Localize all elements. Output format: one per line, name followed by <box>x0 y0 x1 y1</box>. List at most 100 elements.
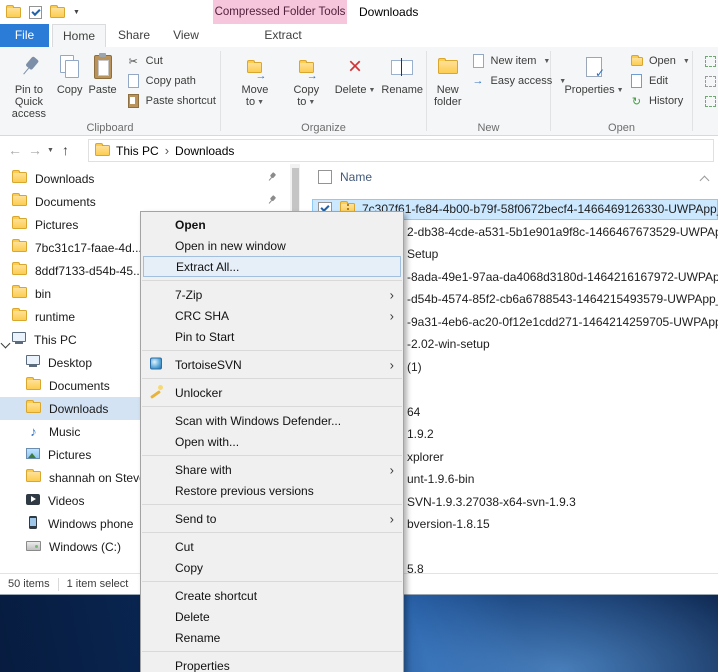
title-bar: ▼ Compressed Folder Tools Downloads <box>0 0 718 24</box>
menu-item-copy[interactable]: Copy <box>141 557 403 578</box>
breadcrumb-this-pc[interactable]: This PC <box>116 144 159 158</box>
explorer-window: ▼ Compressed Folder Tools Downloads File… <box>0 0 718 672</box>
menu-item-unlocker[interactable]: Unlocker <box>141 382 403 403</box>
up-button[interactable]: ↑ <box>62 136 69 164</box>
menu-item-delete[interactable]: Delete <box>141 606 403 627</box>
menu-separator <box>142 378 402 379</box>
menu-item-open-in-new-window[interactable]: Open in new window <box>141 235 403 256</box>
chevron-down-icon[interactable]: ▼ <box>73 9 80 16</box>
ribbon: Pin to Quick access Copy Paste ✂ Cut Cop… <box>0 47 718 136</box>
breadcrumb-chevron-icon[interactable]: › <box>165 143 169 158</box>
ribbon-tab-row: File Home Share View Extract <box>0 24 718 47</box>
cut-button[interactable]: ✂ Cut <box>122 51 220 71</box>
scrollbar-up-icon[interactable] <box>699 173 710 187</box>
back-button[interactable]: ← <box>8 136 22 164</box>
copy-button[interactable]: Copy <box>54 50 86 98</box>
address-box[interactable]: This PC › Downloads <box>88 139 714 162</box>
easy-access-icon: → <box>472 75 484 87</box>
sidebar-item-label: Downloads <box>35 171 95 186</box>
pin-icon <box>15 53 43 82</box>
pin-to-quick-access-button[interactable]: Pin to Quick access <box>4 50 54 122</box>
history-label: History <box>649 95 684 107</box>
open-label: Open <box>649 55 676 67</box>
item-count: 50 items <box>8 578 50 590</box>
open-button[interactable]: Open ▼ <box>625 51 694 71</box>
history-icon: ↻ <box>631 95 642 108</box>
menu-item-restore-previous-versions[interactable]: Restore previous versions <box>141 480 403 501</box>
invert-selection-button[interactable] <box>701 91 718 111</box>
sidebar-item-downloads-pinned[interactable]: Downloads <box>0 167 290 190</box>
menu-item-extract-all[interactable]: Extract All... <box>143 256 401 277</box>
select-all-checkbox[interactable] <box>318 170 332 184</box>
edit-button[interactable]: Edit <box>625 71 694 91</box>
menu-item-tortoisesvn[interactable]: TortoiseSVN › <box>141 354 403 375</box>
paste-label: Paste <box>88 84 117 96</box>
forward-button[interactable]: → <box>28 136 42 164</box>
new-folder-button[interactable]: New folder <box>431 50 465 110</box>
new-folder-quick-icon[interactable] <box>50 4 65 18</box>
delete-button[interactable]: × Delete ▼ <box>332 50 379 99</box>
tab-home[interactable]: Home <box>52 24 106 47</box>
history-button[interactable]: ↻ History <box>625 91 694 111</box>
tab-file[interactable]: File <box>0 24 49 47</box>
folder-icon <box>12 215 27 229</box>
paste-button[interactable]: Paste <box>86 50 120 98</box>
shared-folder-icon <box>26 468 41 482</box>
properties-button[interactable]: ✓ Properties ▼ <box>564 50 624 99</box>
menu-item-label: Unlocker <box>175 385 223 400</box>
file-name: unt-1.9.6-bin <box>407 472 475 487</box>
rename-button[interactable]: Rename <box>378 50 426 98</box>
phone-icon <box>29 515 37 529</box>
tab-share[interactable]: Share <box>108 24 160 47</box>
paste-shortcut-button[interactable]: Paste shortcut <box>122 91 220 111</box>
recent-locations-chevron-icon[interactable]: ▼ <box>47 136 54 164</box>
menu-item-rename[interactable]: Rename <box>141 627 403 648</box>
menu-item-scan-with-windows-defender[interactable]: Scan with Windows Defender... <box>141 410 403 431</box>
dropdown-arrow-icon: ▼ <box>616 87 624 94</box>
file-name: -d54b-4574-85f2-cb6a6788543-146421549357… <box>407 292 718 307</box>
menu-item-label: Send to <box>175 511 217 526</box>
menu-item-share-with[interactable]: Share with › <box>141 459 403 480</box>
sidebar-item-label: Videos <box>48 493 85 508</box>
menu-item-label: Open <box>175 217 206 232</box>
move-to-button[interactable]: → Move to ▼ <box>229 50 281 111</box>
unlocker-icon <box>150 384 163 401</box>
dropdown-arrow-icon: ▼ <box>543 57 551 65</box>
copy-path-button[interactable]: Copy path <box>122 71 220 91</box>
file-name: -2.02-win-setup <box>407 337 490 352</box>
select-all-button[interactable]: S <box>701 51 718 71</box>
sidebar-item-label: Pictures <box>35 217 79 232</box>
select-none-button[interactable]: S <box>701 71 718 91</box>
music-note-icon: ♪ <box>30 423 37 439</box>
menu-item-label: Scan with Windows Defender... <box>175 413 342 428</box>
menu-item-label: Open in new window <box>175 238 286 253</box>
column-header-name[interactable]: Name <box>340 170 372 184</box>
menu-item-cut[interactable]: Cut <box>141 536 403 557</box>
new-folder-label: New folder <box>434 84 462 108</box>
menu-item-properties[interactable]: Properties <box>141 655 403 672</box>
menu-item-send-to[interactable]: Send to › <box>141 508 403 529</box>
expander-chevron-icon[interactable] <box>0 338 11 349</box>
copy-to-button[interactable]: → Copy to ▼ <box>281 50 332 111</box>
file-name: 1.9.2 <box>407 427 434 442</box>
menu-item-create-shortcut[interactable]: Create shortcut <box>141 585 403 606</box>
sidebar-item-documents-pinned[interactable]: Documents <box>0 190 290 213</box>
menu-item-label: Restore previous versions <box>175 483 314 498</box>
menu-item-open[interactable]: Open <box>141 214 403 235</box>
contextual-tab-group: Compressed Folder Tools <box>213 0 347 24</box>
window-title: Downloads <box>359 5 419 19</box>
breadcrumb-downloads[interactable]: Downloads <box>175 144 234 158</box>
tab-extract[interactable]: Extract <box>252 24 314 47</box>
menu-item-pin-to-start[interactable]: Pin to Start <box>141 326 403 347</box>
clipboard-icon <box>126 94 141 108</box>
tab-view[interactable]: View <box>162 24 210 47</box>
edit-label: Edit <box>649 75 668 87</box>
properties-quick-icon[interactable] <box>29 5 42 19</box>
menu-separator <box>142 581 402 582</box>
menu-item-7-zip[interactable]: 7-Zip › <box>141 284 403 305</box>
rename-icon <box>391 57 414 76</box>
organize-group-label: Organize <box>301 122 346 134</box>
menu-item-open-with[interactable]: Open with... <box>141 431 403 452</box>
menu-item-crc-sha[interactable]: CRC SHA › <box>141 305 403 326</box>
sidebar-item-label: Documents <box>35 194 96 209</box>
